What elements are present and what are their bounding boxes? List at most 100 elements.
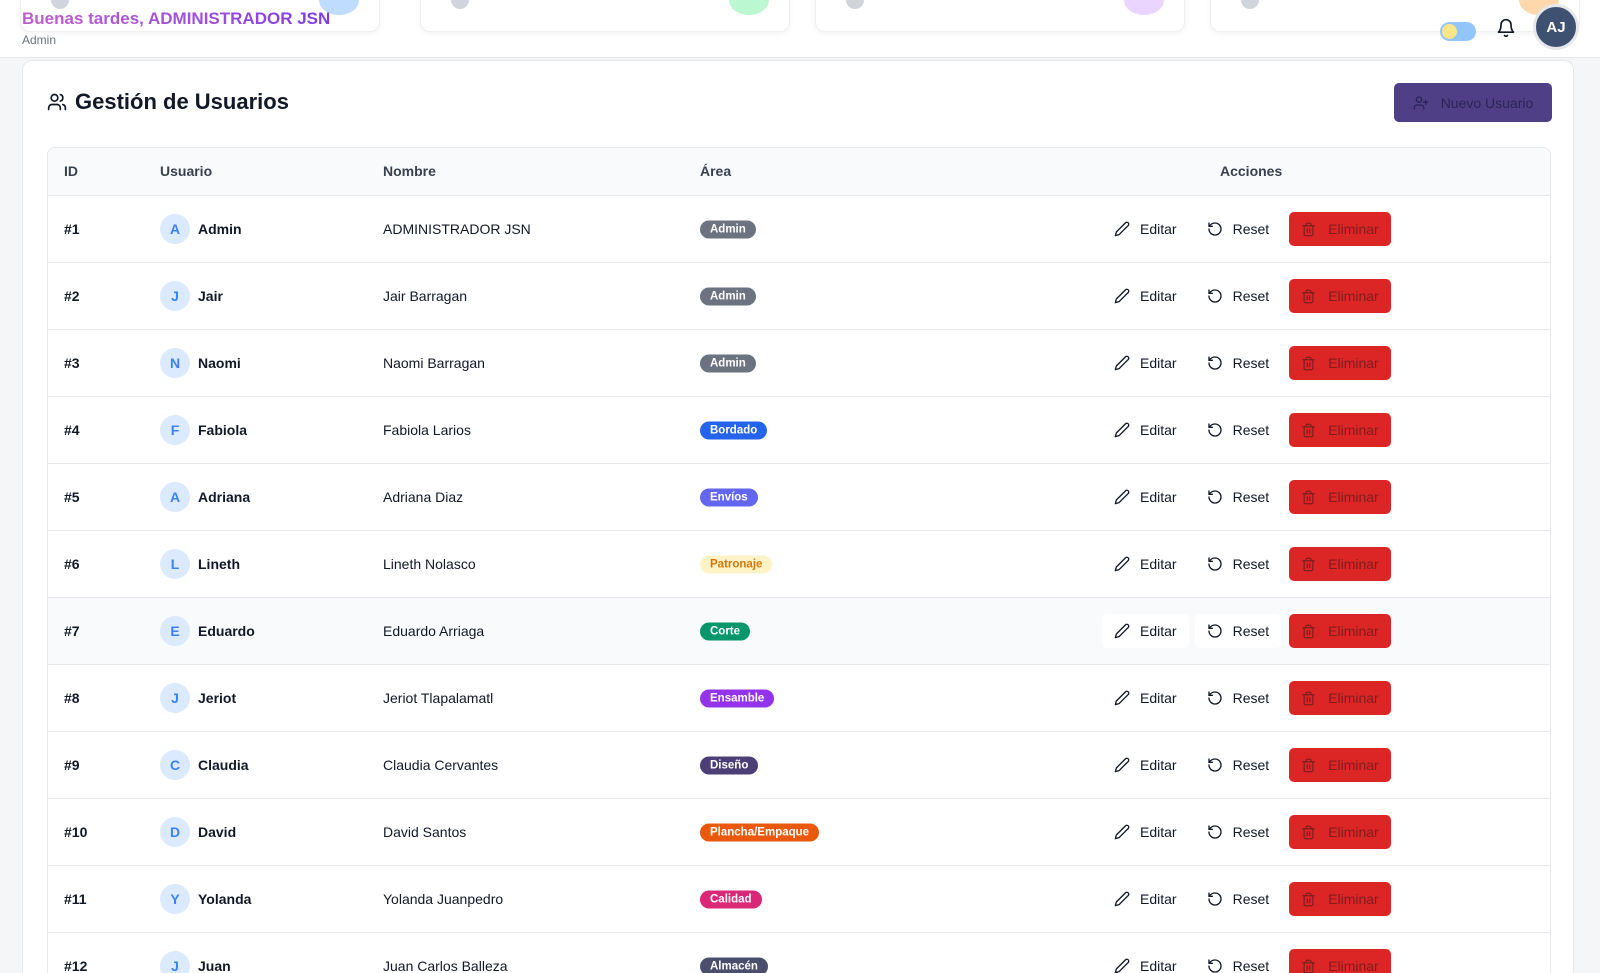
reset-button[interactable]: Reset (1195, 949, 1282, 973)
row-actions: Editar Reset Eliminar (1102, 614, 1392, 648)
rotate-ccw-icon (1207, 891, 1223, 907)
edit-button[interactable]: Editar (1102, 748, 1189, 782)
trash-icon (1301, 892, 1316, 907)
reset-button[interactable]: Reset (1195, 346, 1282, 380)
full-name: Adriana Diaz (383, 489, 464, 505)
reset-label: Reset (1232, 221, 1270, 237)
delete-button[interactable]: Eliminar (1289, 614, 1392, 648)
delete-button[interactable]: Eliminar (1289, 212, 1392, 246)
user-cell: J Jeriot (160, 683, 236, 713)
edit-button[interactable]: Editar (1102, 346, 1189, 380)
edit-button[interactable]: Editar (1102, 949, 1189, 973)
delete-button[interactable]: Eliminar (1289, 882, 1392, 916)
user-role: Admin (22, 33, 57, 47)
reset-label: Reset (1232, 288, 1270, 304)
user-cell: E Eduardo (160, 616, 255, 646)
edit-button[interactable]: Editar (1102, 547, 1189, 581)
user-initial-avatar: J (160, 281, 190, 311)
user-cell: Y Yolanda (160, 884, 251, 914)
area-cell: Plancha/Empaque (700, 823, 820, 842)
user-cell: J Juan (160, 951, 231, 973)
edit-label: Editar (1140, 221, 1177, 237)
user-id: #10 (64, 824, 88, 840)
reset-button[interactable]: Reset (1195, 882, 1282, 916)
theme-toggle[interactable] (1440, 22, 1476, 41)
table-row: #1 A Admin ADMINISTRADOR JSN Admin Edita… (48, 196, 1550, 263)
reset-button[interactable]: Reset (1194, 614, 1282, 648)
table-header: ID Usuario Nombre Área Acciones (48, 148, 1550, 196)
rotate-ccw-icon (1207, 489, 1223, 505)
username: Juan (198, 958, 231, 973)
reset-button[interactable]: Reset (1195, 748, 1282, 782)
user-initial-avatar: Y (160, 884, 190, 914)
trash-icon (1301, 557, 1316, 572)
table-row: #2 J Jair Jair Barragan Admin Editar Res… (48, 263, 1550, 330)
row-actions: Editar Reset Eliminar (1102, 815, 1392, 849)
notifications-bell-icon[interactable] (1496, 18, 1516, 38)
table-row: #11 Y Yolanda Yolanda Juanpedro Calidad … (48, 866, 1550, 933)
rotate-ccw-icon (1207, 824, 1223, 840)
delete-button[interactable]: Eliminar (1289, 547, 1392, 581)
trash-icon (1301, 423, 1316, 438)
full-name: Fabiola Larios (383, 422, 471, 438)
edit-label: Editar (1140, 489, 1177, 505)
username: Jair (198, 288, 223, 304)
reset-label: Reset (1232, 556, 1270, 572)
user-initial-avatar: J (160, 683, 190, 713)
stat-card[interactable] (420, 0, 790, 32)
row-actions: Editar Reset Eliminar (1102, 346, 1392, 380)
delete-button[interactable]: Eliminar (1289, 748, 1392, 782)
edit-button[interactable]: Editar (1102, 212, 1189, 246)
user-initial-avatar: N (160, 348, 190, 378)
delete-button[interactable]: Eliminar (1289, 681, 1392, 715)
reset-button[interactable]: Reset (1195, 815, 1282, 849)
reset-button[interactable]: Reset (1195, 212, 1282, 246)
column-header-name: Nombre (383, 163, 436, 179)
reset-button[interactable]: Reset (1195, 413, 1282, 447)
delete-button[interactable]: Eliminar (1289, 413, 1392, 447)
reset-button[interactable]: Reset (1195, 547, 1282, 581)
table-row: #10 D David David Santos Plancha/Empaque… (48, 799, 1550, 866)
edit-button[interactable]: Editar (1102, 681, 1189, 715)
edit-button[interactable]: Editar (1102, 480, 1189, 514)
delete-button[interactable]: Eliminar (1289, 949, 1392, 973)
full-name: Jeriot Tlapalamatl (383, 690, 494, 706)
delete-button[interactable]: Eliminar (1289, 346, 1392, 380)
full-name: Juan Carlos Balleza (383, 958, 508, 973)
stat-icon (451, 0, 469, 9)
edit-button[interactable]: Editar (1102, 815, 1189, 849)
users-panel: Gestión de Usuarios Nuevo Usuario ID Usu… (22, 60, 1574, 973)
table-row: #8 J Jeriot Jeriot Tlapalamatl Ensamble … (48, 665, 1550, 732)
reset-button[interactable]: Reset (1195, 480, 1282, 514)
delete-button[interactable]: Eliminar (1289, 815, 1392, 849)
table-row: #7 E Eduardo Eduardo Arriaga Corte Edita… (48, 598, 1550, 665)
stat-card[interactable] (1210, 0, 1580, 32)
full-name: Yolanda Juanpedro (383, 891, 504, 907)
rotate-ccw-icon (1207, 422, 1223, 438)
user-cell: N Naomi (160, 348, 241, 378)
user-initial-avatar: C (160, 750, 190, 780)
reset-button[interactable]: Reset (1195, 279, 1282, 313)
edit-label: Editar (1140, 288, 1177, 304)
pencil-icon (1114, 757, 1130, 773)
user-id: #8 (64, 690, 80, 706)
user-avatar[interactable]: AJ (1533, 4, 1579, 50)
user-id: #9 (64, 757, 80, 773)
area-badge: Admin (700, 287, 756, 306)
new-user-button[interactable]: Nuevo Usuario (1394, 83, 1552, 122)
reset-label: Reset (1232, 824, 1270, 840)
delete-button[interactable]: Eliminar (1289, 279, 1392, 313)
sun-icon (1442, 24, 1457, 39)
full-name: Naomi Barragan (383, 355, 485, 371)
full-name: Eduardo Arriaga (383, 623, 485, 639)
reset-button[interactable]: Reset (1195, 681, 1282, 715)
delete-button[interactable]: Eliminar (1289, 480, 1392, 514)
pencil-icon (1114, 958, 1130, 973)
edit-button[interactable]: Editar (1102, 882, 1189, 916)
edit-button[interactable]: Editar (1102, 279, 1189, 313)
stat-card[interactable] (815, 0, 1185, 32)
edit-button[interactable]: Editar (1102, 614, 1189, 648)
delete-label: Eliminar (1328, 824, 1379, 840)
edit-button[interactable]: Editar (1102, 413, 1189, 447)
row-actions: Editar Reset Eliminar (1102, 279, 1392, 313)
